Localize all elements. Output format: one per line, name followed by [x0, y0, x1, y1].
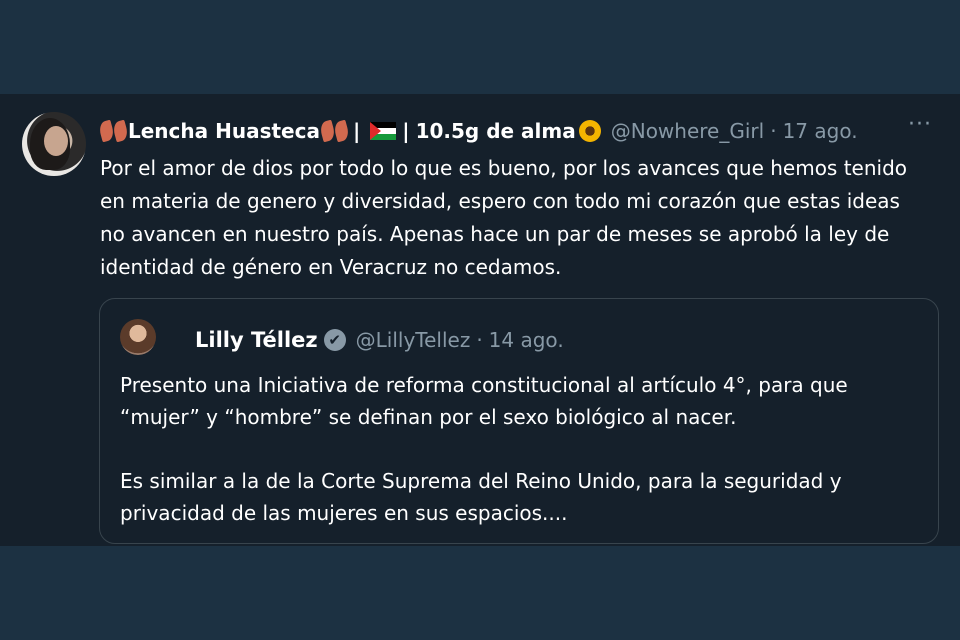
- bottom-band: [0, 546, 960, 640]
- name-separator: |: [402, 119, 410, 143]
- author-name-text: Lencha Huasteca: [128, 119, 320, 143]
- tweet-header: Lencha Huasteca | | 10.5g de alma @Nowhe…: [97, 112, 940, 144]
- quoted-tweet[interactable]: Lilly Téllez ✔ @LillyTellez · 14 ago. Pr…: [99, 298, 939, 544]
- leaf-icon: [111, 119, 130, 143]
- quoted-paragraph-1: Presento una Iniciativa de reforma const…: [120, 373, 848, 429]
- avatar-face: [44, 126, 68, 156]
- author-avatar[interactable]: [22, 112, 86, 176]
- quoted-tweet-text: Presento una Iniciativa de reforma const…: [120, 369, 920, 561]
- top-band: [0, 0, 960, 94]
- tweet-card[interactable]: Lencha Huasteca | | 10.5g de alma @Nowhe…: [0, 94, 960, 546]
- dot-separator: ·: [476, 328, 483, 352]
- quoted-author-avatar[interactable]: [120, 319, 156, 355]
- tweet-date[interactable]: 17 ago.: [783, 119, 858, 143]
- author-handle[interactable]: @Nowhere_Girl: [611, 119, 764, 143]
- sunflower-icon: [578, 120, 601, 142]
- quoted-tweet-header: Lilly Téllez ✔ @LillyTellez · 14 ago.: [195, 325, 564, 355]
- more-options-icon[interactable]: ···: [908, 112, 932, 137]
- name-separator: |: [352, 119, 361, 143]
- palestine-flag-icon: [370, 122, 397, 140]
- verified-badge-icon: ✔: [323, 329, 346, 351]
- quoted-tweet-date[interactable]: 14 ago.: [489, 328, 564, 352]
- tweet-text: Por el amor de dios por todo lo que es b…: [100, 156, 908, 279]
- quoted-author-handle[interactable]: @LillyTellez: [356, 328, 471, 352]
- author-display-name[interactable]: Lencha Huasteca | | 10.5g de alma: [97, 119, 601, 143]
- leaf-icon: [318, 119, 337, 143]
- dot-separator: ·: [770, 119, 777, 143]
- author-name-suffix: 10.5g de alma: [415, 119, 576, 143]
- leaf-icon: [332, 119, 351, 143]
- quoted-author-name[interactable]: Lilly Téllez: [195, 328, 318, 352]
- quoted-paragraph-2: Es similar a la de la Corte Suprema del …: [120, 469, 842, 525]
- leaf-icon: [97, 119, 116, 143]
